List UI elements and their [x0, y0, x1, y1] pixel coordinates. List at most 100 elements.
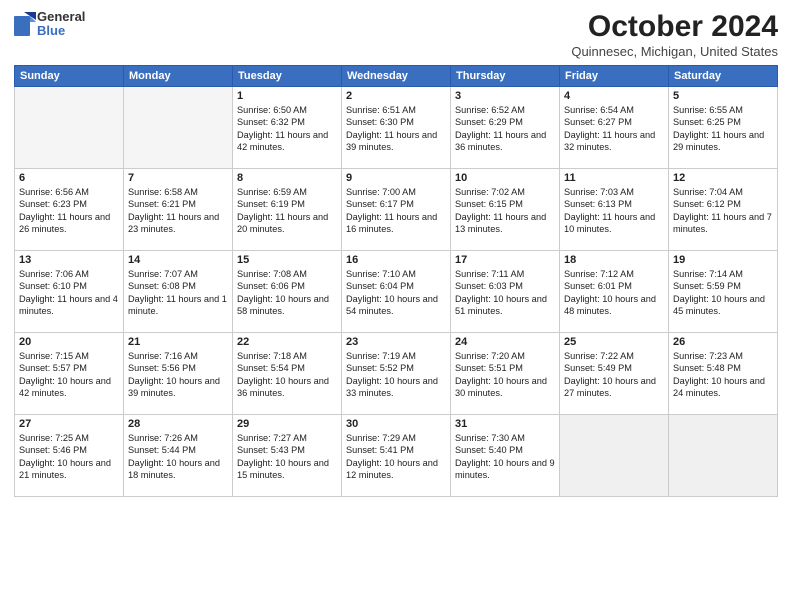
- calendar-cell: [669, 415, 778, 497]
- day-info: Sunrise: 7:25 AMSunset: 5:46 PMDaylight:…: [19, 432, 119, 482]
- day-info: Sunrise: 6:51 AMSunset: 6:30 PMDaylight:…: [346, 104, 446, 154]
- month-title: October 2024: [571, 10, 778, 44]
- weekday-header-row: SundayMondayTuesdayWednesdayThursdayFrid…: [15, 66, 778, 87]
- calendar-week-2: 6 Sunrise: 6:56 AMSunset: 6:23 PMDaylight…: [15, 169, 778, 251]
- calendar-cell: 29 Sunrise: 7:27 AMSunset: 5:43 PMDayligh…: [233, 415, 342, 497]
- calendar-cell: 1Sunrise: 6:50 AMSunset: 6:32 PMDaylight…: [233, 87, 342, 169]
- day-number: 8: [237, 172, 337, 184]
- calendar-cell: 26 Sunrise: 7:23 AMSunset: 5:48 PMDayligh…: [669, 333, 778, 415]
- day-info: Sunrise: 7:19 AMSunset: 5:52 PMDaylight:…: [346, 350, 446, 400]
- day-info: Sunrise: 7:10 AMSunset: 6:04 PMDaylight:…: [346, 268, 446, 318]
- logo-line1: General: [37, 10, 85, 24]
- calendar-body: 1Sunrise: 6:50 AMSunset: 6:32 PMDaylight…: [15, 87, 778, 497]
- calendar-week-3: 13 Sunrise: 7:06 AMSunset: 6:10 PMDayligh…: [15, 251, 778, 333]
- day-info: Sunrise: 7:30 AMSunset: 5:40 PMDaylight:…: [455, 432, 555, 482]
- day-number: 2: [346, 90, 446, 102]
- calendar-cell: 7 Sunrise: 6:58 AMSunset: 6:21 PMDaylight…: [124, 169, 233, 251]
- calendar-cell: [15, 87, 124, 169]
- calendar: SundayMondayTuesdayWednesdayThursdayFrid…: [14, 65, 778, 497]
- day-info: Sunrise: 7:08 AMSunset: 6:06 PMDaylight:…: [237, 268, 337, 318]
- day-number: 12: [673, 172, 773, 184]
- weekday-header-monday: Monday: [124, 66, 233, 87]
- day-info: Sunrise: 6:58 AMSunset: 6:21 PMDaylight:…: [128, 186, 228, 236]
- day-number: 5: [673, 90, 773, 102]
- day-number: 4: [564, 90, 664, 102]
- day-number: 16: [346, 254, 446, 266]
- day-number: 24: [455, 336, 555, 348]
- day-number: 6: [19, 172, 119, 184]
- calendar-cell: 10 Sunrise: 7:02 AMSunset: 6:15 PMDayligh…: [451, 169, 560, 251]
- calendar-cell: 5Sunrise: 6:55 AMSunset: 6:25 PMDaylight…: [669, 87, 778, 169]
- day-number: 10: [455, 172, 555, 184]
- weekday-header-saturday: Saturday: [669, 66, 778, 87]
- day-info: Sunrise: 7:27 AMSunset: 5:43 PMDaylight:…: [237, 432, 337, 482]
- day-info: Sunrise: 7:02 AMSunset: 6:15 PMDaylight:…: [455, 186, 555, 236]
- calendar-cell: 31Sunrise: 7:30 AMSunset: 5:40 PMDayligh…: [451, 415, 560, 497]
- logo-icon: [14, 12, 34, 36]
- calendar-cell: 28Sunrise: 7:26 AMSunset: 5:44 PMDayligh…: [124, 415, 233, 497]
- day-info: Sunrise: 7:14 AMSunset: 5:59 PMDaylight:…: [673, 268, 773, 318]
- calendar-cell: 20 Sunrise: 7:15 AMSunset: 5:57 PMDayligh…: [15, 333, 124, 415]
- calendar-cell: 6 Sunrise: 6:56 AMSunset: 6:23 PMDaylight…: [15, 169, 124, 251]
- day-info: Sunrise: 7:03 AMSunset: 6:13 PMDaylight:…: [564, 186, 664, 236]
- day-info: Sunrise: 6:54 AMSunset: 6:27 PMDaylight:…: [564, 104, 664, 154]
- calendar-cell: 11 Sunrise: 7:03 AMSunset: 6:13 PMDayligh…: [560, 169, 669, 251]
- calendar-week-4: 20 Sunrise: 7:15 AMSunset: 5:57 PMDayligh…: [15, 333, 778, 415]
- day-number: 9: [346, 172, 446, 184]
- day-info: Sunrise: 7:15 AMSunset: 5:57 PMDaylight:…: [19, 350, 119, 400]
- calendar-cell: 21 Sunrise: 7:16 AMSunset: 5:56 PMDayligh…: [124, 333, 233, 415]
- day-info: Sunrise: 6:52 AMSunset: 6:29 PMDaylight:…: [455, 104, 555, 154]
- day-number: 19: [673, 254, 773, 266]
- day-info: Sunrise: 7:16 AMSunset: 5:56 PMDaylight:…: [128, 350, 228, 400]
- calendar-cell: 12 Sunrise: 7:04 AMSunset: 6:12 PMDayligh…: [669, 169, 778, 251]
- calendar-cell: 25Sunrise: 7:22 AMSunset: 5:49 PMDayligh…: [560, 333, 669, 415]
- day-number: 3: [455, 90, 555, 102]
- day-info: Sunrise: 6:50 AMSunset: 6:32 PMDaylight:…: [237, 104, 337, 154]
- day-info: Sunrise: 7:00 AMSunset: 6:17 PMDaylight:…: [346, 186, 446, 236]
- day-info: Sunrise: 7:23 AMSunset: 5:48 PMDaylight:…: [673, 350, 773, 400]
- weekday-header-friday: Friday: [560, 66, 669, 87]
- day-number: 23: [346, 336, 446, 348]
- calendar-cell: 17Sunrise: 7:11 AMSunset: 6:03 PMDayligh…: [451, 251, 560, 333]
- calendar-cell: 3 Sunrise: 6:52 AMSunset: 6:29 PMDaylight…: [451, 87, 560, 169]
- logo-line2: Blue: [37, 24, 85, 38]
- day-number: 11: [564, 172, 664, 184]
- day-info: Sunrise: 7:20 AMSunset: 5:51 PMDaylight:…: [455, 350, 555, 400]
- calendar-cell: 18Sunrise: 7:12 AMSunset: 6:01 PMDayligh…: [560, 251, 669, 333]
- day-number: 13: [19, 254, 119, 266]
- day-number: 21: [128, 336, 228, 348]
- calendar-cell: 13 Sunrise: 7:06 AMSunset: 6:10 PMDayligh…: [15, 251, 124, 333]
- calendar-week-5: 27 Sunrise: 7:25 AMSunset: 5:46 PMDayligh…: [15, 415, 778, 497]
- calendar-cell: 19 Sunrise: 7:14 AMSunset: 5:59 PMDayligh…: [669, 251, 778, 333]
- weekday-header-wednesday: Wednesday: [342, 66, 451, 87]
- calendar-week-1: 1Sunrise: 6:50 AMSunset: 6:32 PMDaylight…: [15, 87, 778, 169]
- calendar-cell: 4 Sunrise: 6:54 AMSunset: 6:27 PMDaylight…: [560, 87, 669, 169]
- day-info: Sunrise: 7:18 AMSunset: 5:54 PMDaylight:…: [237, 350, 337, 400]
- calendar-cell: 2 Sunrise: 6:51 AMSunset: 6:30 PMDaylight…: [342, 87, 451, 169]
- day-number: 26: [673, 336, 773, 348]
- calendar-cell: 16 Sunrise: 7:10 AMSunset: 6:04 PMDayligh…: [342, 251, 451, 333]
- calendar-cell: 9 Sunrise: 7:00 AMSunset: 6:17 PMDaylight…: [342, 169, 451, 251]
- day-number: 7: [128, 172, 228, 184]
- day-info: Sunrise: 7:12 AMSunset: 6:01 PMDaylight:…: [564, 268, 664, 318]
- weekday-header-thursday: Thursday: [451, 66, 560, 87]
- day-number: 29: [237, 418, 337, 430]
- title-block: October 2024 Quinnesec, Michigan, United…: [571, 10, 778, 59]
- calendar-cell: 14 Sunrise: 7:07 AMSunset: 6:08 PMDayligh…: [124, 251, 233, 333]
- day-number: 17: [455, 254, 555, 266]
- day-info: Sunrise: 7:04 AMSunset: 6:12 PMDaylight:…: [673, 186, 773, 236]
- header: General Blue October 2024 Quinnesec, Mic…: [14, 10, 778, 59]
- day-info: Sunrise: 7:06 AMSunset: 6:10 PMDaylight:…: [19, 268, 119, 318]
- day-number: 28: [128, 418, 228, 430]
- day-info: Sunrise: 7:07 AMSunset: 6:08 PMDaylight:…: [128, 268, 228, 318]
- day-info: Sunrise: 7:22 AMSunset: 5:49 PMDaylight:…: [564, 350, 664, 400]
- calendar-cell: 22Sunrise: 7:18 AMSunset: 5:54 PMDayligh…: [233, 333, 342, 415]
- calendar-cell: [124, 87, 233, 169]
- day-number: 20: [19, 336, 119, 348]
- calendar-cell: 8Sunrise: 6:59 AMSunset: 6:19 PMDaylight…: [233, 169, 342, 251]
- calendar-cell: 15Sunrise: 7:08 AMSunset: 6:06 PMDayligh…: [233, 251, 342, 333]
- calendar-cell: 24 Sunrise: 7:20 AMSunset: 5:51 PMDayligh…: [451, 333, 560, 415]
- day-number: 14: [128, 254, 228, 266]
- day-number: 27: [19, 418, 119, 430]
- day-info: Sunrise: 6:56 AMSunset: 6:23 PMDaylight:…: [19, 186, 119, 236]
